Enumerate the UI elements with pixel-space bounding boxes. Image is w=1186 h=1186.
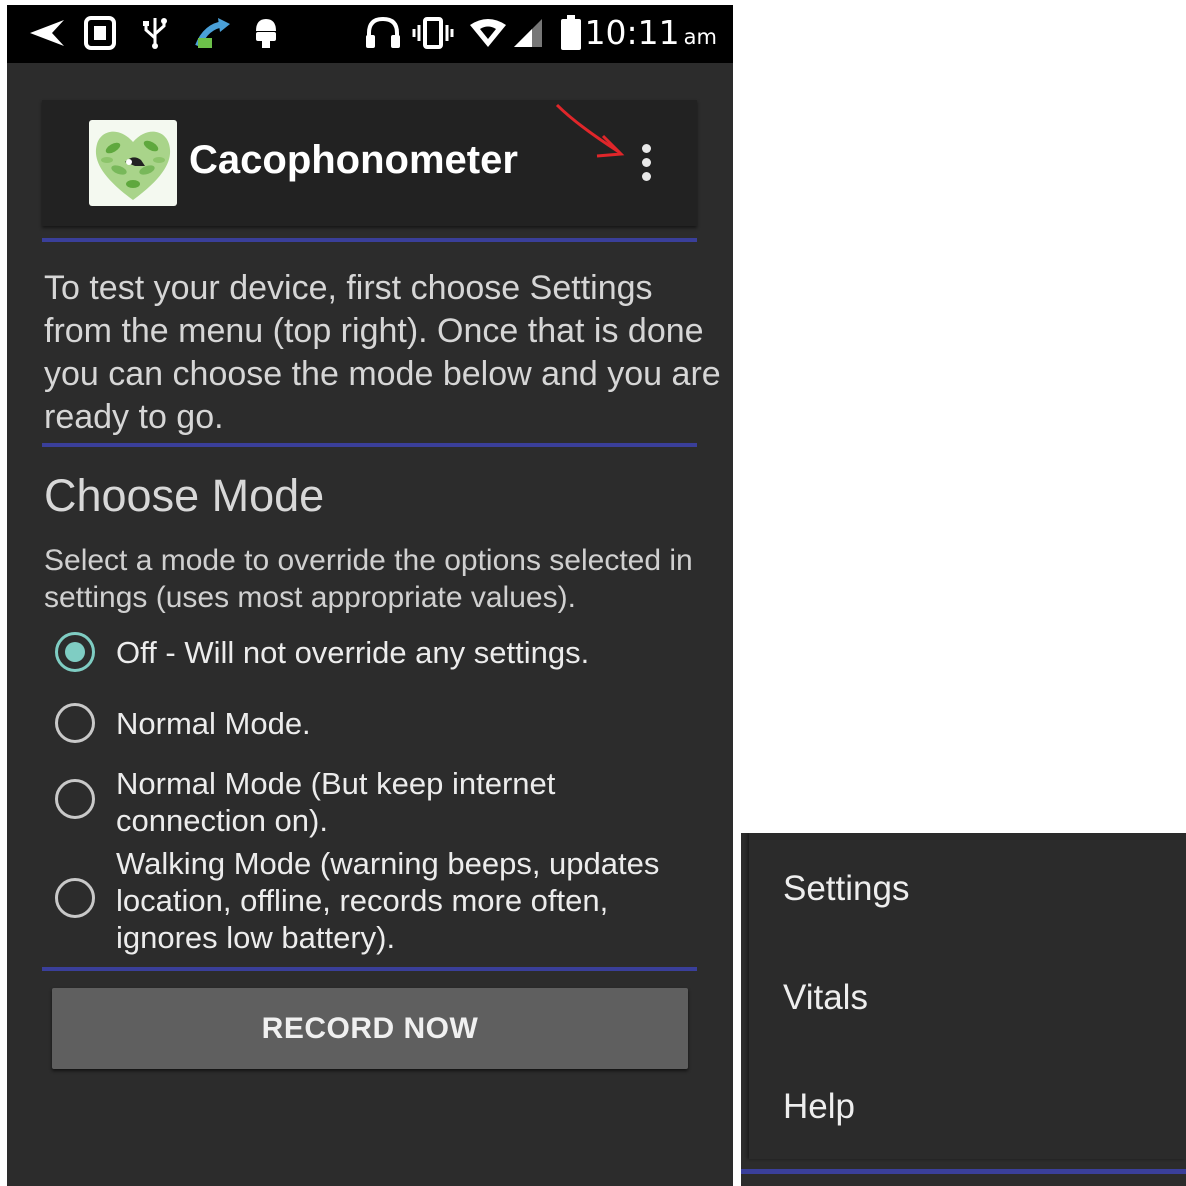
choose-mode-title: Choose Mode — [44, 470, 325, 521]
divider — [42, 238, 697, 242]
app-logo-icon — [89, 120, 177, 206]
headphones-icon — [363, 15, 403, 51]
radio-unchecked-icon[interactable] — [55, 878, 95, 918]
overflow-dot — [642, 158, 651, 167]
radio-unchecked-icon[interactable] — [55, 703, 95, 743]
mode-option-label[interactable]: Normal Mode. — [116, 705, 696, 742]
mode-option-label[interactable]: Normal Mode (But keep internet connectio… — [116, 765, 696, 839]
usb-icon — [140, 15, 170, 51]
divider — [42, 443, 697, 447]
clock: 10:11 am — [585, 13, 717, 52]
wifi-icon — [467, 15, 509, 51]
radio-unchecked-icon[interactable] — [55, 779, 95, 819]
back-arrow-icon — [27, 15, 67, 51]
signal-icon — [511, 15, 545, 51]
mode-option-label[interactable]: Off - Will not override any settings. — [116, 634, 696, 671]
android-icon — [251, 15, 281, 51]
radio-checked-icon[interactable] — [55, 632, 95, 672]
mode-option-normal-internet[interactable]: Normal Mode (But keep internet connectio… — [55, 765, 695, 841]
app-title: Cacophonometer — [189, 138, 518, 182]
annotation-arrow-icon — [555, 103, 625, 158]
menu-item-vitals[interactable]: Vitals — [783, 978, 868, 1018]
menu-item-help[interactable]: Help — [783, 1087, 855, 1127]
overflow-dot — [642, 144, 651, 153]
mode-option-off[interactable]: Off - Will not override any settings. — [55, 632, 695, 672]
overflow-menu-icon[interactable] — [632, 138, 662, 188]
clock-ampm: am — [683, 25, 717, 49]
mode-option-label[interactable]: Walking Mode (warning beeps, updates loc… — [116, 845, 716, 956]
choose-mode-description: Select a mode to override the options se… — [44, 544, 693, 614]
record-now-button[interactable]: RECORD NOW — [52, 988, 688, 1069]
vibrate-icon — [411, 15, 455, 51]
sim-icon — [82, 15, 118, 51]
clock-time: 10:11 — [584, 13, 680, 52]
overflow-menu-panel: Settings Vitals Help — [741, 833, 1186, 1186]
upload-icon — [193, 15, 233, 51]
mode-option-normal[interactable]: Normal Mode. — [55, 703, 695, 743]
mode-option-walking[interactable]: Walking Mode (warning beeps, updates loc… — [55, 845, 695, 957]
divider — [42, 967, 697, 971]
battery-icon — [559, 15, 583, 51]
main-screen: 10:11 am Cacophonometer To test your dev… — [7, 5, 733, 1186]
overflow-dot — [642, 172, 651, 181]
divider — [741, 1169, 1186, 1174]
menu-item-settings[interactable]: Settings — [783, 869, 909, 909]
intro-text: To test your device, first choose Settin… — [44, 269, 721, 436]
status-bar: 10:11 am — [7, 5, 733, 63]
overflow-menu: Settings Vitals Help — [749, 833, 1186, 1159]
